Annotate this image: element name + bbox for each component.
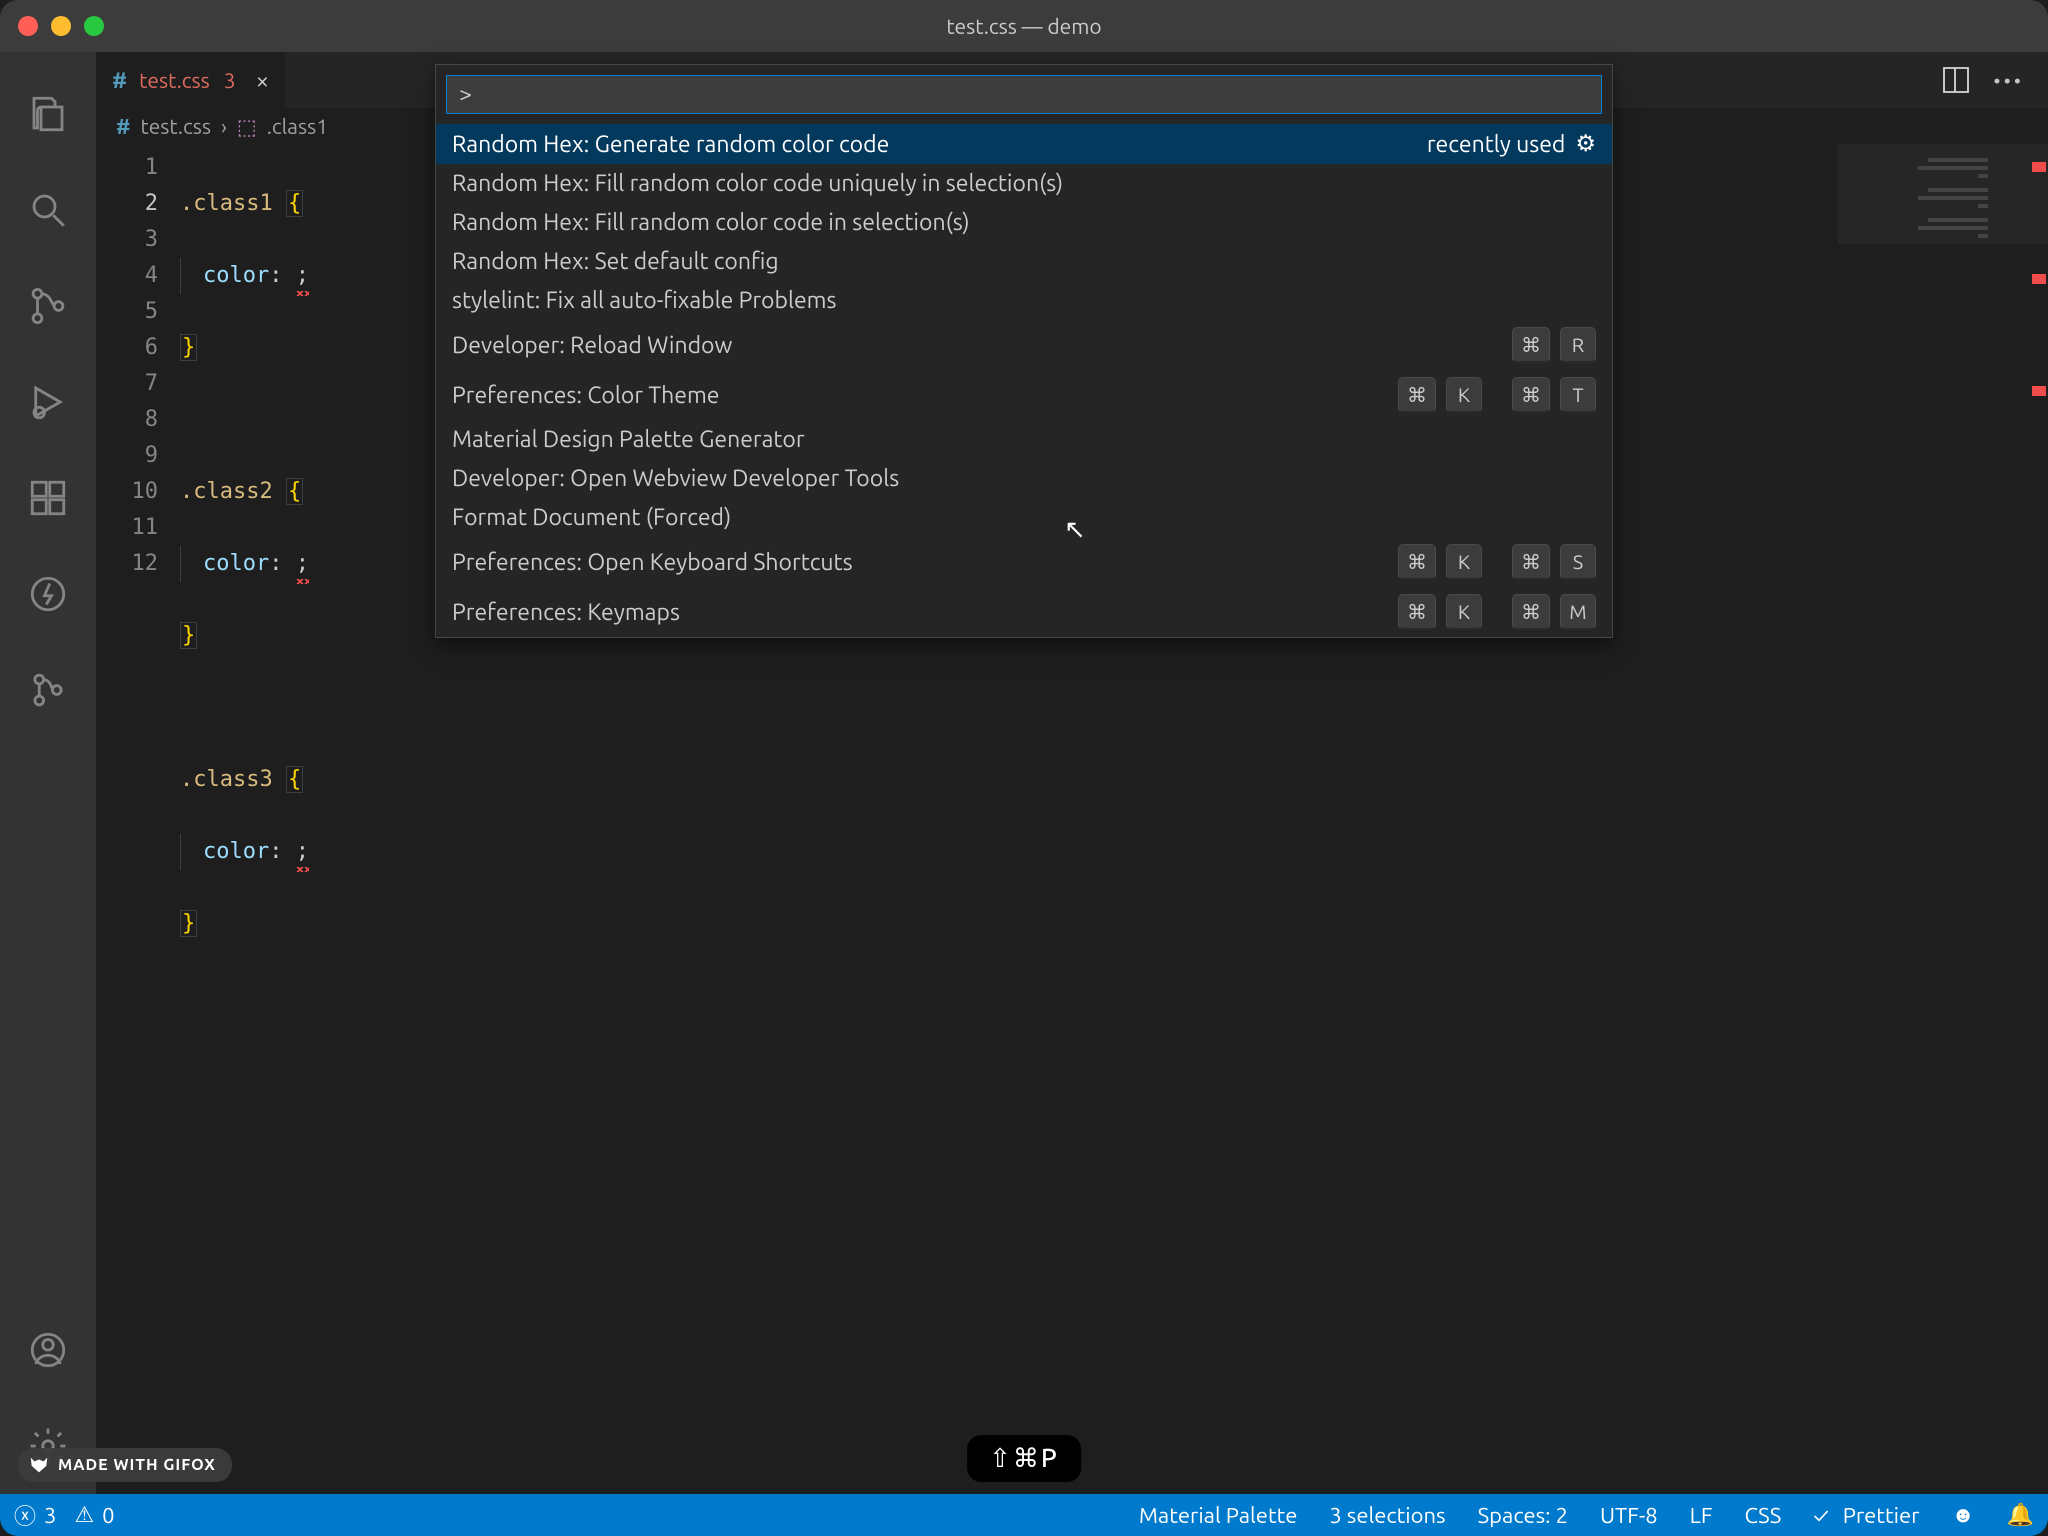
breadcrumb-file[interactable]: test.css (140, 114, 211, 138)
run-debug-icon[interactable] (18, 372, 78, 432)
gifox-badge: MADE WITH GIFOX (18, 1448, 232, 1482)
keybinding-key: K (1446, 544, 1482, 580)
status-encoding[interactable]: UTF-8 (1600, 1503, 1658, 1528)
warning-icon: ⚠ (74, 1502, 94, 1528)
command-label: Random Hex: Fill random color code uniqu… (452, 171, 1063, 196)
status-bell-icon[interactable]: 🔔 (2007, 1502, 2034, 1528)
command-label: Preferences: Keymaps (452, 600, 680, 625)
minimap[interactable] (1838, 144, 2048, 1494)
activity-bar (0, 52, 96, 1494)
gifox-badge-text: MADE WITH GIFOX (58, 1456, 216, 1474)
editor-actions: ••• (1919, 52, 2048, 108)
fox-icon (28, 1454, 50, 1476)
shortcut-hint: ⇧⌘P (967, 1435, 1081, 1482)
git-graph-icon[interactable] (18, 660, 78, 720)
command-palette-list: Random Hex: Generate random color code re… (436, 124, 1612, 637)
gear-icon[interactable]: ⚙ (1575, 131, 1596, 157)
keybinding-key: T (1560, 377, 1596, 413)
tab-test-css[interactable]: # test.css 3 × (96, 52, 286, 108)
status-feedback-icon[interactable]: ☻ (1951, 1502, 1974, 1528)
command-label: Random Hex: Generate random color code (452, 132, 889, 157)
command-label: Developer: Open Webview Developer Tools (452, 466, 899, 491)
actions-icon[interactable] (18, 564, 78, 624)
command-palette-item[interactable]: Preferences: Color Theme ⌘ K ⌘ T (436, 370, 1612, 420)
command-palette-item[interactable]: Random Hex: Fill random color code in se… (436, 203, 1612, 242)
command-label: Material Design Palette Generator (452, 427, 805, 452)
error-icon: ⓧ (14, 1499, 36, 1531)
vscode-window: test.css — demo (0, 0, 2048, 1536)
css-file-icon: # (112, 68, 127, 93)
window-title: test.css — demo (0, 14, 2048, 38)
command-label: Random Hex: Fill random color code in se… (452, 210, 970, 235)
source-control-icon[interactable] (18, 276, 78, 336)
command-palette: Random Hex: Generate random color code re… (435, 64, 1613, 638)
status-eol[interactable]: LF (1690, 1503, 1713, 1528)
status-warnings[interactable]: ⚠ 0 (74, 1502, 114, 1528)
keybinding-key: ⌘ (1398, 377, 1436, 413)
error-count: 3 (44, 1503, 56, 1528)
status-selections[interactable]: 3 selections (1329, 1503, 1445, 1528)
command-palette-item[interactable]: Material Design Palette Generator (436, 420, 1612, 459)
status-errors[interactable]: ⓧ 3 (14, 1499, 56, 1531)
line-numbers: 1 2 3 4 5 6 7 8 9 10 11 12 (96, 144, 180, 1494)
command-label: Random Hex: Set default config (452, 249, 779, 274)
breadcrumb-symbol[interactable]: .class1 (267, 114, 328, 138)
keybinding-key: ⌘ (1512, 327, 1550, 363)
keybinding-key: ⌘ (1512, 544, 1550, 580)
command-label: Preferences: Color Theme (452, 383, 720, 408)
status-language[interactable]: CSS (1744, 1503, 1781, 1528)
keybinding-key: ⌘ (1512, 377, 1550, 413)
status-indent[interactable]: Spaces: 2 (1478, 1503, 1568, 1528)
command-palette-item[interactable]: Format Document (Forced) (436, 498, 1612, 537)
close-tab-icon[interactable]: × (256, 67, 270, 94)
extensions-icon[interactable] (18, 468, 78, 528)
search-icon[interactable] (18, 180, 78, 240)
command-label: Format Document (Forced) (452, 505, 731, 530)
keybinding-key: R (1560, 327, 1596, 363)
command-palette-item[interactable]: Developer: Open Webview Developer Tools (436, 459, 1612, 498)
css-file-icon: # (116, 114, 130, 138)
chevron-right-icon: › (221, 114, 227, 138)
command-palette-item[interactable]: Random Hex: Fill random color code uniqu… (436, 164, 1612, 203)
split-editor-icon[interactable] (1943, 67, 1969, 93)
command-palette-item[interactable]: Developer: Reload Window ⌘ R (436, 320, 1612, 370)
command-label: Developer: Reload Window (452, 333, 732, 358)
command-palette-item[interactable]: Random Hex: Set default config (436, 242, 1612, 281)
symbol-icon: ⬚ (237, 114, 257, 139)
status-material-palette[interactable]: Material Palette (1139, 1503, 1298, 1528)
tab-problem-count: 3 (224, 68, 236, 92)
explorer-icon[interactable] (18, 84, 78, 144)
title-bar: test.css — demo (0, 0, 2048, 52)
keybinding-key: M (1560, 594, 1596, 630)
command-label: stylelint: Fix all auto-fixable Problems (452, 288, 837, 313)
status-bar: ⓧ 3 ⚠ 0 Material Palette 3 selections Sp… (0, 1494, 2048, 1536)
keybinding-key: K (1446, 377, 1482, 413)
keybinding-key: ⌘ (1398, 594, 1436, 630)
command-palette-item[interactable]: Preferences: Keymaps ⌘ K ⌘ M (436, 587, 1612, 637)
warning-count: 0 (102, 1503, 114, 1528)
accounts-icon[interactable] (18, 1320, 78, 1380)
recently-used-label: recently used (1427, 132, 1566, 157)
more-actions-icon[interactable]: ••• (1993, 69, 2024, 92)
command-palette-item[interactable]: Preferences: Open Keyboard Shortcuts ⌘ K ⌘ S (436, 537, 1612, 587)
keybinding-key: ⌘ (1512, 594, 1550, 630)
command-palette-item[interactable]: stylelint: Fix all auto-fixable Problems (436, 281, 1612, 320)
status-prettier[interactable]: Prettier (1813, 1503, 1919, 1528)
keybinding-key: K (1446, 594, 1482, 630)
command-palette-item[interactable]: Random Hex: Generate random color code re… (436, 124, 1612, 164)
command-palette-input[interactable] (446, 75, 1602, 114)
command-label: Preferences: Open Keyboard Shortcuts (452, 550, 853, 575)
keybinding-key: S (1560, 544, 1596, 580)
keybinding-key: ⌘ (1398, 544, 1436, 580)
tab-label: test.css (139, 68, 210, 92)
